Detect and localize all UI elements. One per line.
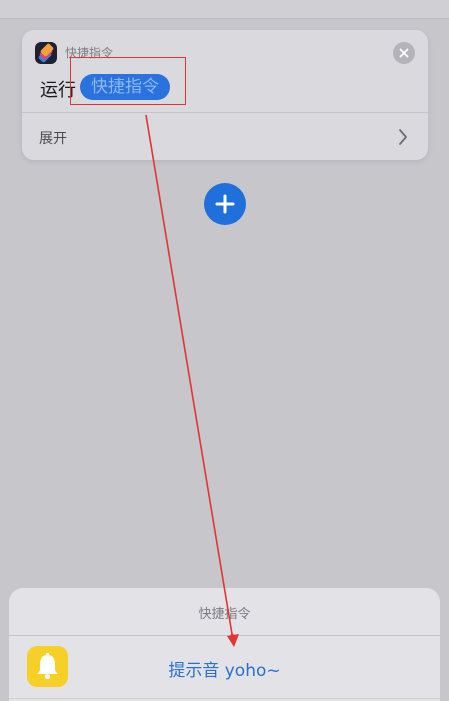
add-action-button[interactable]: [204, 183, 246, 225]
shortcuts-app-icon: [35, 42, 57, 64]
shortcut-item-label: 提示音 yoho~: [168, 661, 281, 681]
annotation-highlight-box: [70, 57, 186, 105]
expand-label: 展开: [39, 131, 67, 147]
shortcuts-picker-sheet: 快捷指令 提示音 yoho~: [9, 588, 440, 701]
close-icon[interactable]: [393, 42, 415, 64]
shortcut-list-item[interactable]: 提示音 yoho~: [9, 636, 440, 698]
top-strip: [0, 0, 449, 19]
sheet-title: 快捷指令: [198, 607, 251, 622]
sheet-bottom-divider: [9, 698, 440, 699]
chevron-right-icon: [399, 129, 407, 145]
expand-row[interactable]: 展开: [22, 113, 428, 160]
plus-icon: [215, 194, 235, 214]
